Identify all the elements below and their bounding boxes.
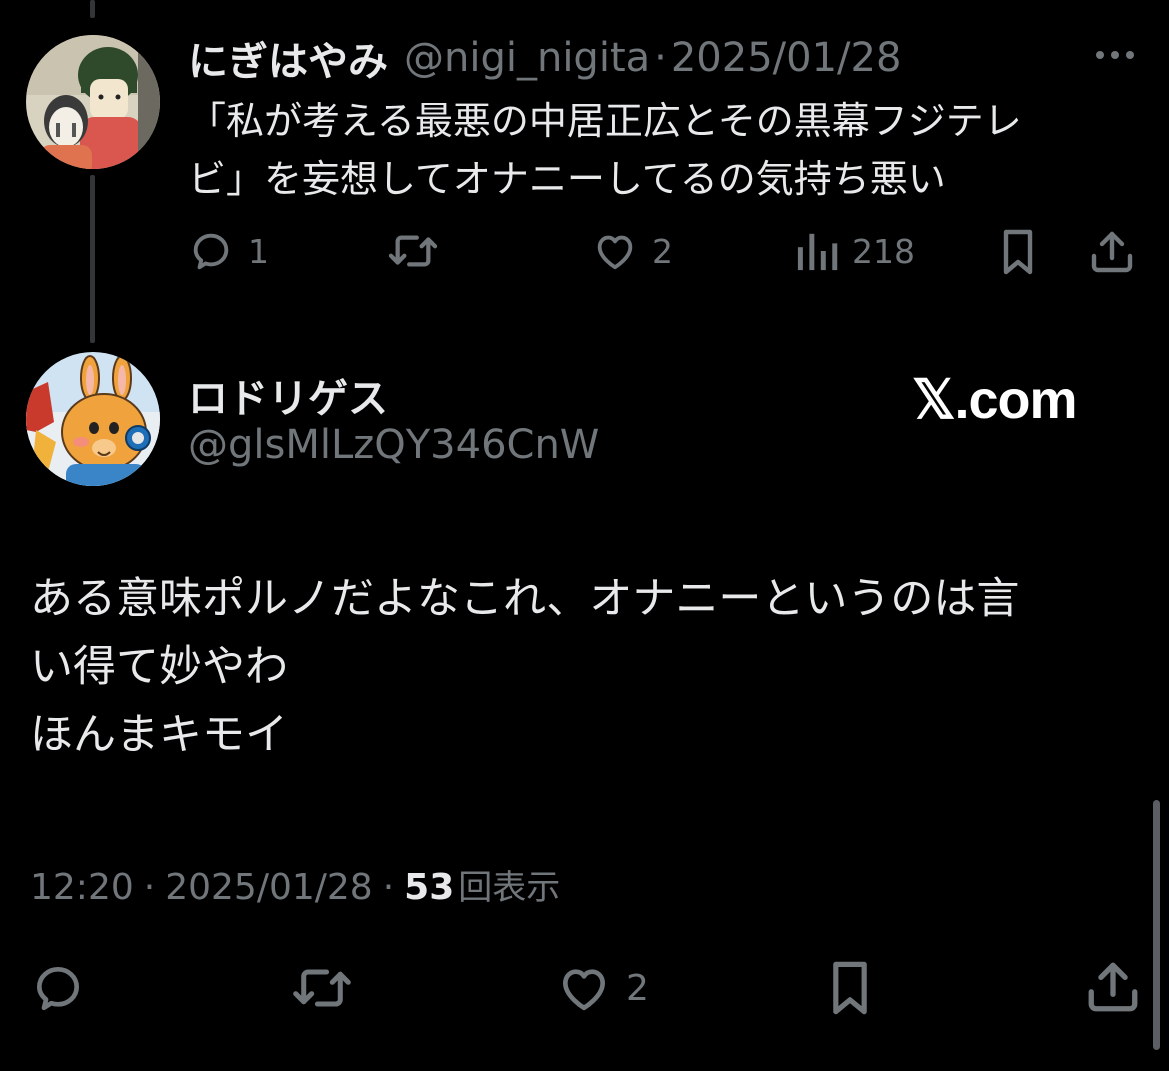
main-tweet-text: ある意味ポルノだよなこれ、オナニーというのは言 い得て妙やわ ほんまキモイ: [30, 565, 1140, 769]
bookmark-icon: [824, 958, 876, 1018]
main-text-line: ほんまキモイ: [30, 710, 288, 760]
avatar-image: [26, 352, 160, 486]
share-icon: [1084, 958, 1142, 1016]
tweet-time[interactable]: 12:20: [30, 867, 134, 908]
retweet-button[interactable]: [290, 960, 354, 1016]
heart-icon: [556, 960, 612, 1016]
parent-meta-separator: ·: [654, 35, 667, 81]
tweet-date[interactable]: 2025/01/28: [165, 867, 373, 908]
parent-handle[interactable]: @nigi_nigita: [404, 35, 650, 81]
main-display-name[interactable]: ロドリゲス: [188, 366, 388, 424]
share-button[interactable]: [1084, 958, 1142, 1016]
tweet-timestamp-row: 12:20 · 2025/01/28 · 53 回表示: [30, 860, 560, 909]
parent-display-name[interactable]: にぎはやみ: [188, 29, 388, 87]
x-logo-watermark: 𝕏.com: [912, 370, 1078, 430]
views-count[interactable]: 53: [404, 867, 454, 908]
parent-avatar[interactable]: [26, 35, 160, 169]
heart-icon: [592, 228, 638, 274]
parent-views-count: 218: [852, 231, 915, 271]
parent-text-line: 「私が考える最悪の中居正広とその黒幕フジテレ: [188, 99, 1022, 143]
reply-icon: [188, 228, 234, 274]
bookmark-button[interactable]: [824, 958, 876, 1018]
like-count: 2: [626, 967, 649, 1009]
parent-views-button[interactable]: 218: [796, 228, 915, 274]
analytics-icon: [796, 228, 838, 274]
bookmark-icon: [996, 228, 1040, 276]
retweet-icon: [290, 960, 354, 1016]
like-button[interactable]: 2: [556, 960, 649, 1016]
reply-icon: [30, 960, 86, 1016]
parent-tweet-text: 「私が考える最悪の中居正広とその黒幕フジテレ ビ」を妄想してオナニーしてるの気持…: [188, 92, 1138, 208]
parent-like-count: 2: [652, 231, 673, 271]
reply-button[interactable]: [30, 960, 86, 1016]
parent-tweet-header: にぎはやみ @nigi_nigita · 2025/01/28: [188, 30, 901, 86]
parent-bookmark-button[interactable]: [996, 228, 1040, 276]
share-icon: [1088, 228, 1136, 276]
retweet-icon: [386, 228, 440, 274]
timestamp-separator: ·: [382, 867, 395, 908]
more-horizontal-icon[interactable]: [1090, 40, 1140, 70]
parent-reply-button[interactable]: 1: [188, 228, 269, 274]
main-text-line: い得て妙やわ: [30, 642, 288, 692]
parent-retweet-button[interactable]: [386, 228, 440, 274]
main-text-line: ある意味ポルノだよなこれ、オナニーというのは言: [30, 574, 1020, 624]
parent-reply-count: 1: [248, 231, 269, 271]
thread-line-top: [90, 0, 95, 18]
parent-like-button[interactable]: 2: [592, 228, 673, 274]
parent-date[interactable]: 2025/01/28: [671, 35, 902, 81]
avatar-image: [26, 35, 160, 169]
timestamp-separator: ·: [143, 867, 156, 908]
scrollbar[interactable]: [1153, 800, 1160, 1050]
thread-line: [90, 175, 95, 343]
parent-text-line: ビ」を妄想してオナニーしてるの気持ち悪い: [188, 157, 946, 201]
views-label: 回表示: [458, 868, 561, 908]
main-avatar[interactable]: [26, 352, 160, 486]
parent-share-button[interactable]: [1088, 228, 1136, 276]
main-handle[interactable]: @glsMlLzQY346CnW: [188, 422, 599, 468]
